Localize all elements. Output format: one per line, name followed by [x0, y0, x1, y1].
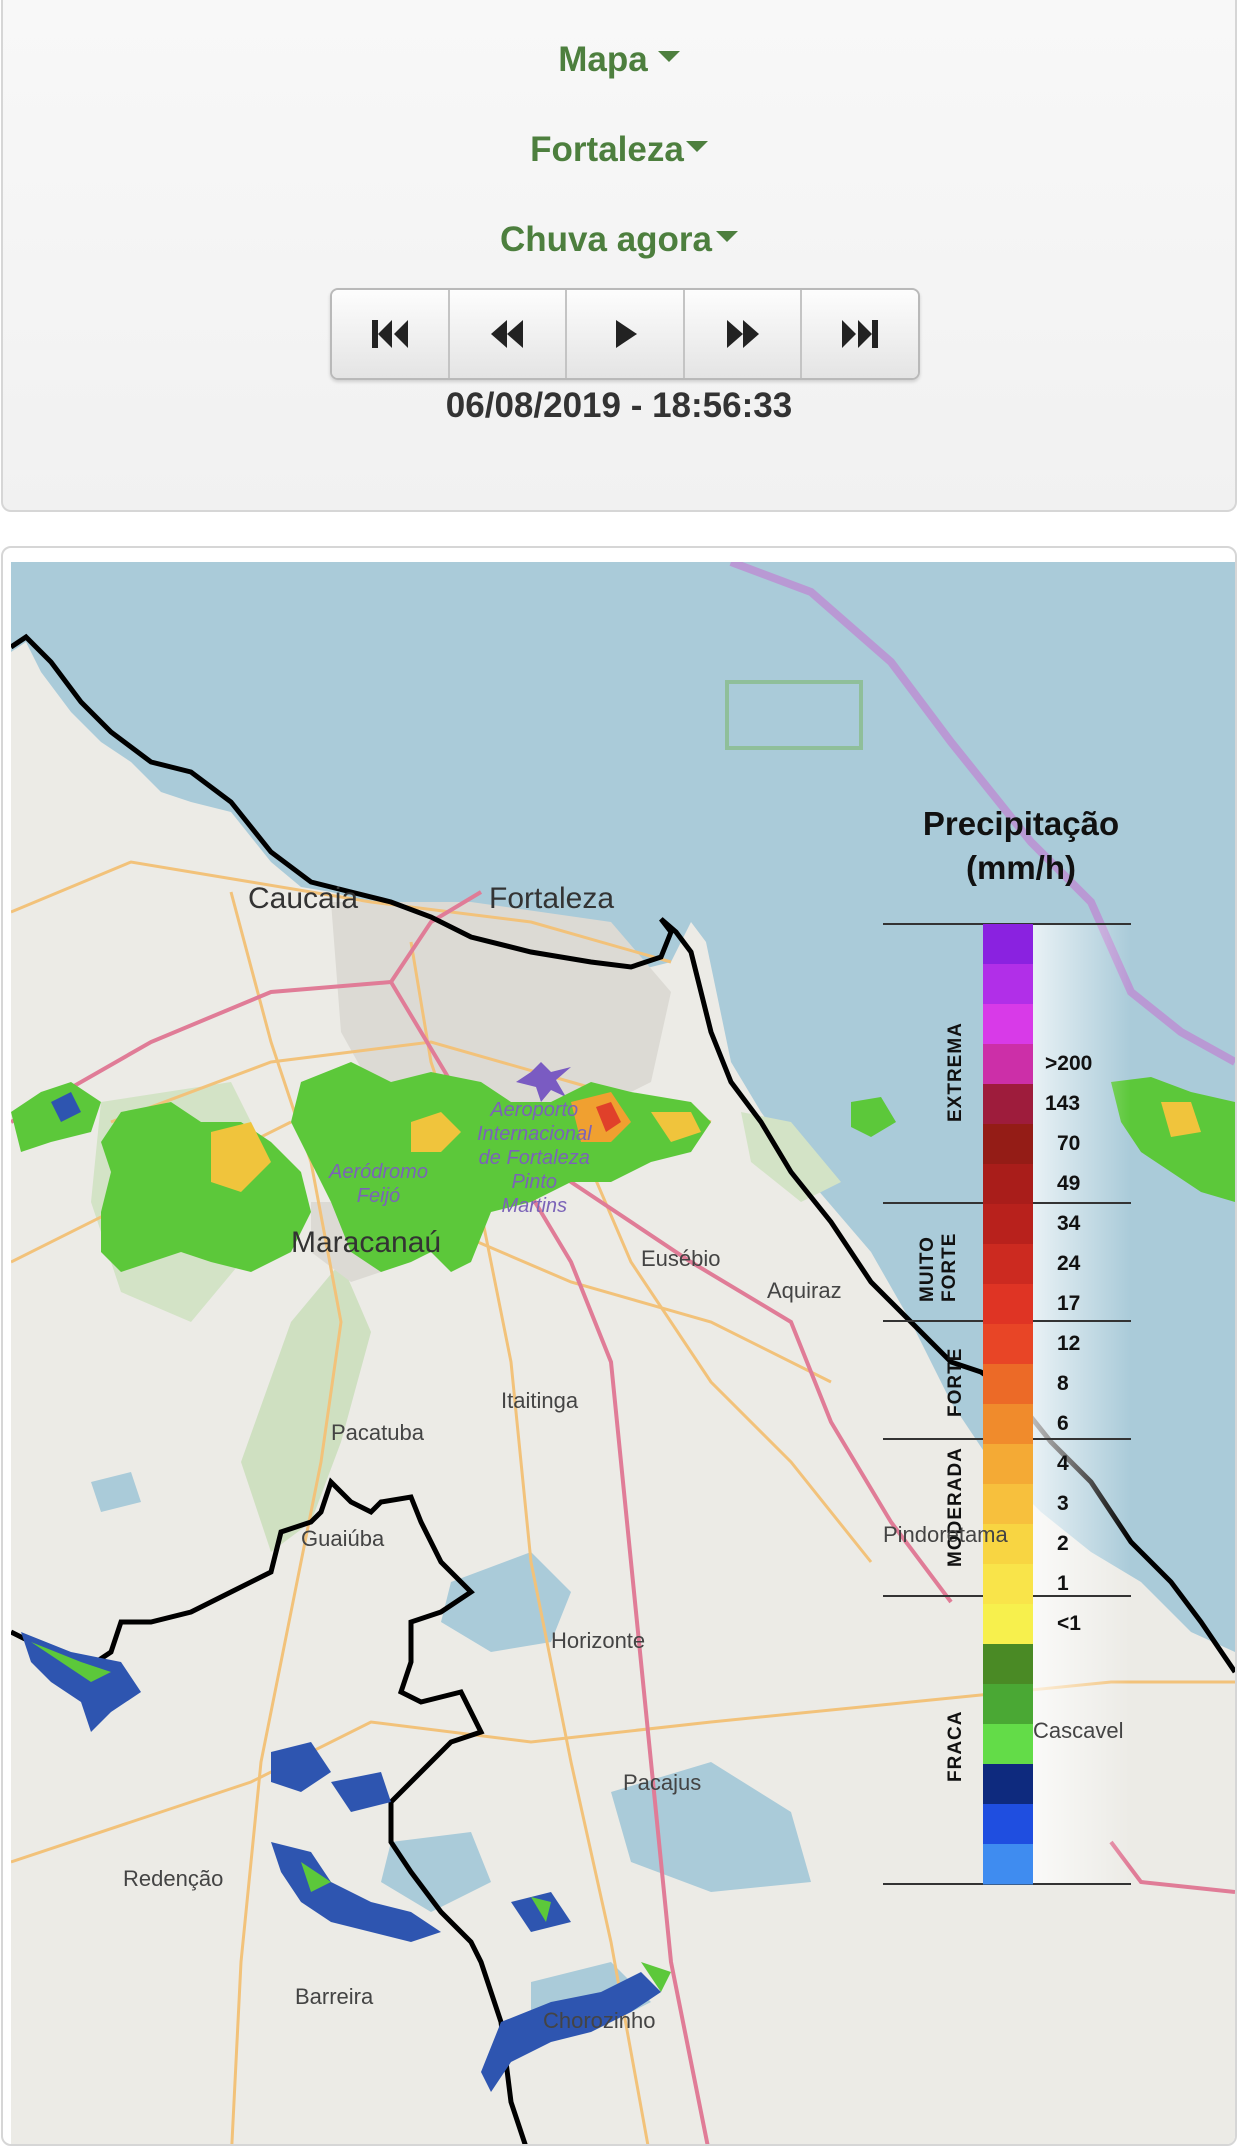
play-button[interactable] [567, 290, 685, 378]
legend-swatch [983, 1044, 1033, 1085]
place-pacajus: Pacajus [623, 1770, 702, 1795]
legend-swatch [983, 1684, 1033, 1725]
legend-title: Precipitação (mm/h) [881, 802, 1161, 890]
legend-swatch [983, 1204, 1033, 1245]
radar-map[interactable]: Precipitação (mm/h) EXTREMA MUITO FORTE … [11, 562, 1235, 2144]
animation-player [330, 288, 920, 380]
place-cascavel: Cascavel [1033, 1718, 1124, 1743]
place-airport: Aeroporto Internacional de Fortaleza Pin… [477, 1098, 592, 1218]
place-pacatuba: Pacatuba [331, 1420, 424, 1445]
place-fortaleza: Fortaleza [489, 882, 615, 915]
legend-value-label: 4 [1057, 1452, 1069, 1475]
legend-swatch [983, 1404, 1033, 1445]
map-frame: Precipitação (mm/h) EXTREMA MUITO FORTE … [1, 546, 1237, 2146]
view-dropdown-label: Mapa [558, 40, 648, 79]
legend-swatch [983, 1844, 1033, 1885]
play-icon [615, 320, 637, 348]
legend-value-label: 70 [1057, 1132, 1081, 1155]
legend-swatch [983, 1284, 1033, 1325]
legend-colorbar [983, 924, 1033, 1885]
legend-value-label: 8 [1057, 1372, 1069, 1395]
legend-value-label: >200 [1045, 1052, 1093, 1075]
place-barreira: Barreira [295, 1984, 374, 2009]
legend-value-label: <1 [1057, 1612, 1081, 1635]
category-muito-forte-label: MUITO FORTE [917, 1232, 960, 1302]
airport-line3: de Fortaleza [478, 1147, 590, 1169]
control-panel: Mapa Fortaleza Chuva agora 06/08/2019 - … [1, 0, 1237, 512]
legend-swatch [983, 924, 1033, 965]
place-chorozinho: Chorozinho [543, 2008, 656, 2033]
legend-swatch [983, 1444, 1033, 1485]
category-forte: FORTE [945, 1347, 966, 1417]
last-frame-button[interactable] [802, 290, 918, 378]
place-aquiraz: Aquiraz [767, 1278, 842, 1303]
place-caucaia: Caucaia [248, 882, 359, 915]
legend-swatch [983, 1764, 1033, 1805]
legend-swatch [983, 1164, 1033, 1205]
first-frame-button[interactable] [332, 290, 450, 378]
next-frame-button[interactable] [684, 290, 803, 378]
airport-line1: Aeroporto [490, 1099, 579, 1121]
place-aerodromo: Aeródromo Feijó [329, 1160, 428, 1208]
legend-value-label: 17 [1057, 1292, 1081, 1315]
aerodromo-line1: Aeródromo [329, 1161, 428, 1183]
place-redencao: Redenção [123, 1866, 224, 1891]
city-dropdown[interactable]: Fortaleza [3, 130, 1235, 170]
category-moderada: MODERADA [945, 1447, 966, 1567]
layer-dropdown-label: Chuva agora [500, 220, 712, 259]
layer-dropdown[interactable]: Chuva agora [3, 220, 1235, 260]
legend-swatch [983, 1484, 1033, 1525]
caret-down-icon [657, 51, 680, 63]
fast-forward-icon [726, 320, 759, 348]
legend-title-line2: (mm/h) [966, 849, 1076, 886]
legend-swatch [983, 1604, 1033, 1645]
aerodromo-line2: Feijó [356, 1185, 401, 1207]
map-base [11, 562, 1235, 2144]
legend-value-label: 12 [1057, 1332, 1081, 1355]
category-extrema: EXTREMA [945, 1022, 966, 1122]
legend-value-label: 2 [1057, 1532, 1069, 1555]
airport-line4: Pinto [511, 1171, 558, 1193]
city-dropdown-label: Fortaleza [530, 130, 684, 169]
radar-timestamp: 06/08/2019 - 18:56:33 [445, 386, 793, 425]
last-icon [842, 320, 879, 348]
category-fraca: FRACA [945, 1710, 966, 1783]
legend-swatch [983, 1564, 1033, 1605]
legend-swatch [983, 1364, 1033, 1405]
legend-swatch [983, 1724, 1033, 1765]
place-itaitinga: Itaitinga [501, 1388, 579, 1413]
legend-value-label: 24 [1057, 1252, 1081, 1275]
legend-swatch [983, 1804, 1033, 1845]
place-guaiuba: Guaiúba [301, 1526, 385, 1551]
legend-value-label: 143 [1045, 1092, 1081, 1115]
legend-swatch [983, 964, 1033, 1005]
place-horizonte: Horizonte [551, 1628, 646, 1653]
legend-value-label: 34 [1057, 1212, 1081, 1235]
legend-value-label: 6 [1057, 1412, 1069, 1435]
airport-line5: Martins [501, 1195, 568, 1217]
legend-swatch [983, 1004, 1033, 1045]
caret-down-icon [716, 231, 738, 243]
category-muito-forte: MUITO FORTE [917, 1182, 961, 1302]
legend-value-label: 3 [1057, 1492, 1069, 1515]
rewind-icon [491, 320, 524, 348]
view-dropdown[interactable]: Mapa [3, 40, 1235, 80]
legend-swatch [983, 1324, 1033, 1365]
legend-swatch [983, 1084, 1033, 1125]
legend-swatch [983, 1244, 1033, 1285]
airport-line2: Internacional [477, 1123, 592, 1145]
place-pindoretama: Pindoretama [883, 1522, 1008, 1547]
place-eusebio: Eusébio [641, 1246, 721, 1271]
first-icon [371, 320, 408, 348]
place-maracanau: Maracanaú [291, 1226, 442, 1259]
caret-down-icon [685, 141, 708, 153]
legend-value-label: 1 [1057, 1572, 1069, 1595]
legend-swatch [983, 1124, 1033, 1165]
legend-value-label: 49 [1057, 1172, 1081, 1195]
legend-title-line1: Precipitação [922, 805, 1120, 842]
legend-swatch [983, 1644, 1033, 1685]
previous-frame-button[interactable] [449, 290, 568, 378]
